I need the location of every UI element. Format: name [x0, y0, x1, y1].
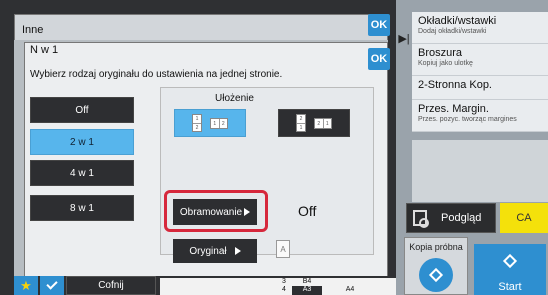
back-button[interactable]: Cofnij [66, 276, 156, 295]
original-button-label: Oryginał [189, 245, 227, 257]
menu-item-duplex[interactable]: 2-Stronna Kop. [412, 76, 548, 100]
mode-8in1-button[interactable]: 8 w 1 [30, 195, 134, 221]
layout-label: Ułożenie [215, 93, 254, 104]
window-ok-button[interactable]: OK [368, 14, 390, 36]
page-order-1-2-icon: 12 [192, 114, 202, 132]
original-button[interactable]: Oryginał [173, 239, 257, 263]
menu-item-subtitle: Przes. pozyc. tworząc margines [418, 116, 517, 123]
start-button[interactable]: Start [474, 244, 546, 295]
start-icon [502, 253, 518, 269]
tray-size-selected: A3 [292, 286, 322, 295]
clear-all-button[interactable]: CA [500, 203, 548, 233]
menu-item-title: 2-Stronna Kop. [418, 79, 492, 91]
sample-copy-label: Kopia próbna [409, 242, 463, 252]
menu-item-title: Broszura [418, 47, 463, 59]
mode-off-button[interactable]: Off [30, 97, 134, 123]
arrow-right-icon [234, 247, 241, 255]
mode-2in1-button[interactable]: 2 w 1 [30, 129, 134, 155]
menu-item-subtitle: Kopiuj jako ulotkę [418, 60, 473, 67]
star-icon[interactable]: ★ [14, 276, 38, 295]
preview-icon [413, 210, 429, 228]
page-order-2-1-icon: 21 [314, 117, 332, 129]
arrow-right-icon [244, 208, 251, 216]
sample-copy-button[interactable]: Kopia próbna [404, 237, 468, 295]
tray-size: B4 [302, 278, 312, 285]
paper-tray-status: 3 B4 4 A3 A4 [160, 278, 396, 295]
page-order-2-1-icon: 21 [296, 114, 306, 132]
menu-item-title: Okładki/wstawki [418, 15, 497, 27]
tray-number: 3 [282, 278, 286, 285]
preview-label: Podgląd [441, 212, 482, 224]
tray-number: 4 [282, 286, 286, 293]
collapse-arrow-icon[interactable]: ▶| [396, 30, 412, 48]
window-title: Inne [22, 24, 44, 36]
original-orientation-icon: A [276, 240, 290, 258]
menu-item-margin-shift[interactable]: Przes. Margin. Przes. pozyc. tworząc mar… [412, 100, 548, 132]
menu-item-subtitle: Dodaj okładki/wstawki [418, 28, 487, 35]
right-menu-list: Okładki/wstawki Dodaj okładki/wstawki Br… [412, 12, 548, 132]
border-button[interactable]: Obramowanie [173, 199, 257, 225]
preview-button[interactable]: Podgląd [406, 203, 496, 233]
layout-2-1-button[interactable]: 21 21 [278, 109, 350, 137]
border-button-label: Obramowanie [179, 206, 243, 218]
dialog-ok-button[interactable]: OK [368, 48, 390, 70]
start-label: Start [498, 281, 522, 293]
right-panel-blank-area [412, 140, 548, 202]
dialog-instruction: Wybierz rodzaj oryginału do ustawienia n… [30, 69, 283, 80]
dialog-title: N w 1 [30, 44, 59, 56]
menu-item-title: Przes. Margin. [418, 103, 489, 115]
paper-size: A4 [345, 286, 355, 293]
sample-copy-start-icon [419, 258, 453, 292]
border-value: Off [298, 203, 317, 219]
check-icon[interactable] [40, 276, 64, 295]
mode-4in1-button[interactable]: 4 w 1 [30, 160, 134, 186]
menu-item-covers[interactable]: Okładki/wstawki Dodaj okładki/wstawki [412, 12, 548, 44]
page-order-1-2-icon: 12 [210, 117, 228, 129]
menu-item-booklet[interactable]: Broszura Kopiuj jako ulotkę [412, 44, 548, 76]
layout-1-2-button[interactable]: 12 12 [174, 109, 246, 137]
